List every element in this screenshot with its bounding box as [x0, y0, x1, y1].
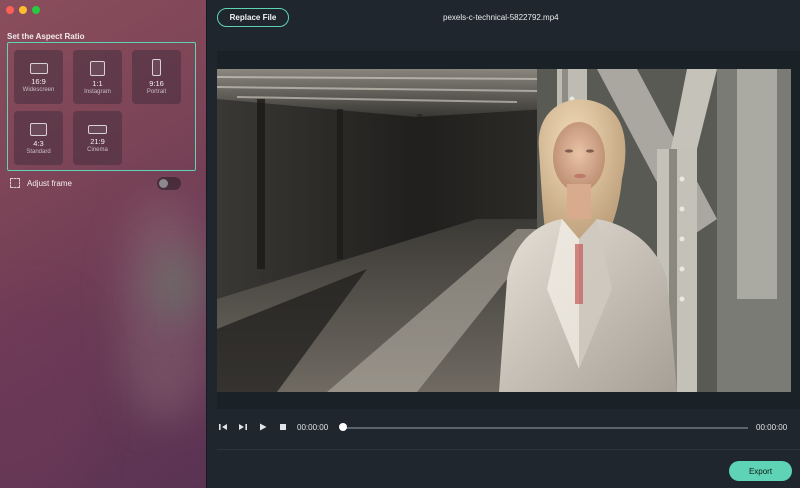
ratio-value: 4:3 — [33, 139, 44, 148]
ratio-label: Portrait — [146, 88, 167, 95]
replace-file-button[interactable]: Replace File — [217, 8, 289, 27]
widescreen-icon — [29, 63, 48, 74]
close-window-button[interactable] — [6, 6, 14, 14]
aspect-ratio-grid: 16:9 Widescreen 1:1 Instagram 9:16 Portr… — [7, 42, 196, 171]
aspect-ratio-sidebar: Set the Aspect Ratio 16:9 Widescreen 1:1… — [0, 0, 206, 488]
timeline-track[interactable] — [344, 427, 748, 429]
standard-icon — [30, 123, 47, 136]
stop-button[interactable] — [277, 421, 289, 433]
cinema-icon — [88, 125, 107, 134]
ratio-option-21-9[interactable]: 21:9 Cinema — [73, 111, 122, 165]
minimize-window-button[interactable] — [19, 6, 27, 14]
ratio-value: 9:16 — [149, 79, 164, 88]
stop-icon — [280, 424, 286, 430]
play-icon — [260, 423, 267, 431]
crop-frame-icon — [10, 178, 20, 188]
aspect-ratio-heading: Set the Aspect Ratio — [7, 32, 85, 41]
toggle-knob — [159, 179, 168, 188]
background-blur — [150, 250, 200, 320]
video-preview[interactable] — [217, 69, 791, 392]
ratio-value: 16:9 — [31, 77, 46, 86]
adjust-frame-row: Adjust frame — [10, 177, 182, 191]
adjust-frame-toggle[interactable] — [157, 177, 181, 190]
ratio-value: 1:1 — [92, 79, 103, 88]
ratio-label: Cinema — [87, 146, 108, 153]
preview-area: Replace File pexels-c-technical-5822792.… — [206, 0, 800, 488]
adjust-frame-label: Adjust frame — [27, 179, 72, 188]
previous-frame-button[interactable] — [217, 421, 229, 433]
portrait-icon — [152, 59, 161, 76]
video-stage — [217, 51, 800, 409]
video-frame-image — [217, 69, 791, 392]
play-button[interactable] — [257, 421, 269, 433]
ratio-label: Instagram — [84, 88, 111, 95]
window-controls — [6, 6, 40, 14]
file-name-title: pexels-c-technical-5822792.mp4 — [443, 13, 559, 22]
previous-frame-icon — [219, 424, 227, 430]
next-frame-icon — [239, 424, 247, 430]
zoom-window-button[interactable] — [32, 6, 40, 14]
square-icon — [90, 61, 105, 76]
ratio-value: 21:9 — [90, 137, 105, 146]
ratio-option-16-9[interactable]: 16:9 Widescreen — [14, 50, 63, 104]
ratio-option-1-1[interactable]: 1:1 Instagram — [73, 50, 122, 104]
current-time: 00:00:00 — [297, 423, 329, 432]
footer-divider — [217, 449, 800, 450]
timeline-playhead[interactable] — [339, 423, 347, 431]
next-frame-button[interactable] — [237, 421, 249, 433]
export-button[interactable]: Export — [729, 461, 792, 481]
ratio-label: Standard — [26, 148, 51, 155]
playback-controls: 00:00:00 00:00:00 — [217, 420, 791, 434]
ratio-label: Widescreen — [22, 86, 55, 93]
background-blur — [0, 300, 90, 488]
total-time: 00:00:00 — [756, 423, 788, 432]
ratio-option-9-16[interactable]: 9:16 Portrait — [132, 50, 181, 104]
ratio-option-4-3[interactable]: 4:3 Standard — [14, 111, 63, 165]
